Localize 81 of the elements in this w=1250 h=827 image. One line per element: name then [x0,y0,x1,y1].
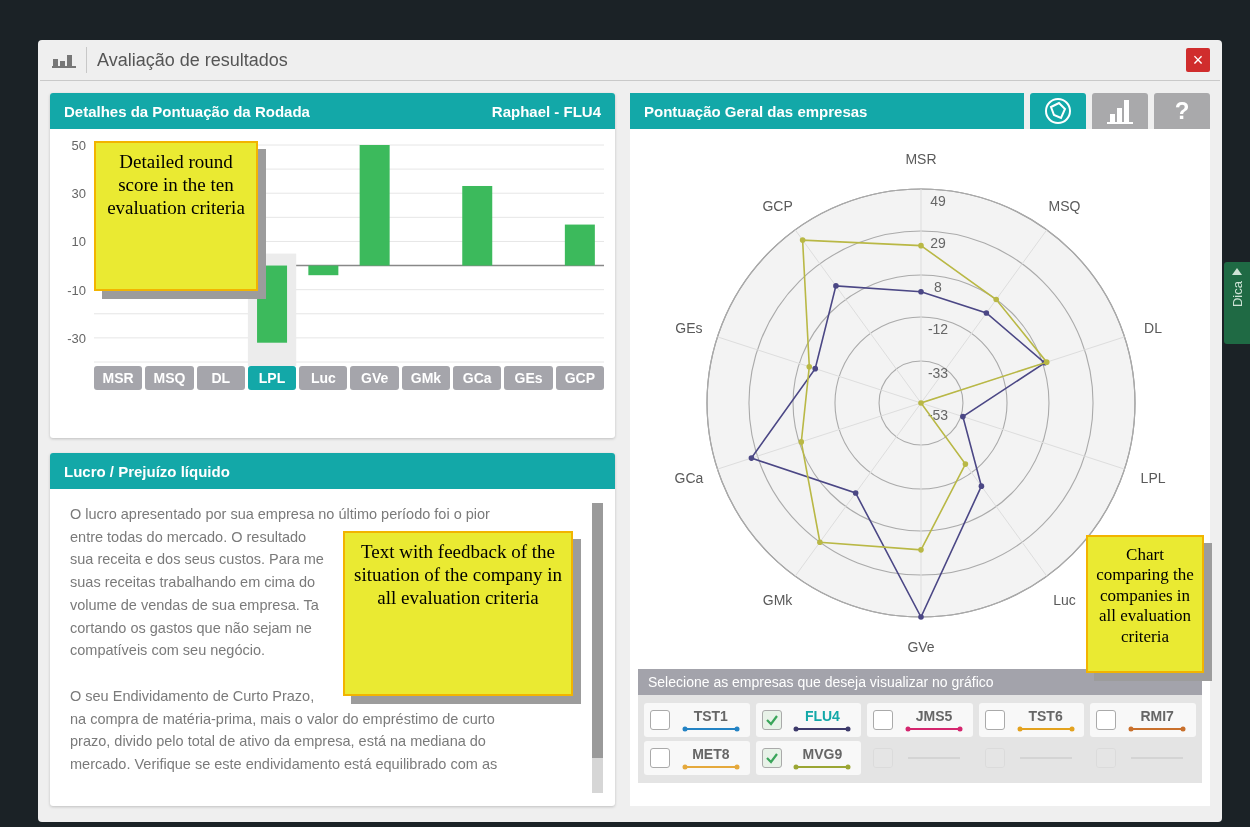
checkbox[interactable] [650,748,670,768]
company-label: MET8 [692,746,730,762]
radar-chart-icon [1042,97,1074,125]
text-line: na compra de matéria-prima, mais o valor do empréstimo de curto [70,709,495,729]
axis-label: GMk [762,592,793,609]
criterion-tab[interactable]: GEs [504,366,553,390]
text-line: O seu Endividamento de Curto Prazo, [70,686,315,706]
view-tab[interactable] [1092,93,1148,129]
view-tab[interactable] [1030,93,1086,129]
player-name: Raphael - FLU4 [491,102,601,120]
axis-label: Luc [1053,592,1076,609]
text-line: prazo, divido pelo total de ativo da empresa, está na mediana do [70,732,486,752]
axis-label: GEs [675,319,703,336]
axis-label: GCP [762,197,793,214]
checkbox[interactable] [761,748,782,768]
company-option[interactable]: TST6 [978,703,1085,737]
criterion-tab[interactable]: Luc [299,366,348,390]
axis-tick-label: -12 [927,321,949,337]
axis-tick-label: 50 [71,141,86,153]
score-bar [308,265,339,276]
panel-title: Lucro / Prejuízo líquido [64,462,230,480]
bar-chart-icon [52,52,76,68]
selector-title: Selecione as empresas que deseja visualizar no gráfico [638,669,1202,695]
axis-tick-label: -33 [927,365,949,382]
text-line: O lucro apresentado por sua empresa no último período foi o pior [70,505,490,524]
axis-tick-label: -10 [67,282,86,298]
company-label: MVG9 [802,746,843,762]
criterion-tab[interactable]: GCP [555,366,604,390]
text-line: compatíveis com seu negócio. [70,641,266,661]
axis-tick-label: 29 [930,234,946,251]
axis-label: MSR [905,151,937,167]
checkbox[interactable] [1096,710,1117,730]
text-line: mercado. Verifique se este endividamento está equilibrado com as [70,755,498,775]
company-option[interactable]: FLU4 [755,703,862,737]
company-label: TST6 [1028,708,1063,724]
company-option[interactable]: JMS5 [867,703,973,737]
axis-tick-label: 30 [71,186,86,202]
axis-label: MSQ [1048,197,1081,214]
close-button[interactable]: × [1186,48,1210,72]
checkbox[interactable] [761,710,782,730]
company-option[interactable]: RMI7 [1090,703,1196,737]
criterion-tab[interactable]: GCa [453,366,502,390]
criterion-tab[interactable]: GMk [401,366,451,390]
scrollbar[interactable] [592,503,603,793]
criterion-tab[interactable]: LPL [247,366,297,390]
text-line: suas receitas trabalhando em cima do [70,573,316,593]
criterion-tab[interactable]: DL [196,366,245,390]
panel-title: Pontuação Geral das empresas [644,102,868,120]
text-line: cortando os gastos que não sejam ne [70,618,312,638]
company-option[interactable]: TST1 [644,703,750,737]
bar-chart-icon [1104,97,1136,125]
axis-label: GCa [674,470,704,487]
criterion-tab[interactable]: GVe [350,366,399,390]
axis-label: DL [1144,319,1162,336]
company-option[interactable]: MVG9 [755,741,862,775]
check-icon [764,713,779,727]
axis-tick-label: 10 [71,234,86,250]
text-line: volume de vendas de sua empresa. Ta [70,595,319,615]
axis-label: GVe [907,639,935,655]
company-label: RMI7 [1140,708,1174,724]
check-icon [764,751,779,765]
axis-tick-label: 49 [930,193,946,209]
tip-tab[interactable]: Dica [1224,262,1250,344]
help-button[interactable]: ? [1154,93,1210,129]
checkbox[interactable] [650,710,670,730]
axis-tick-label: 8 [934,279,942,295]
company-label: JMS5 [915,708,953,724]
window-title: Avaliação de resultados [97,49,289,71]
company-label: TST1 [693,708,728,724]
company-label: FLU4 [804,708,840,724]
checkbox[interactable] [984,710,1005,730]
criterion-tab[interactable]: MSQ [145,366,194,390]
panel-title: Detalhes da Pontuação da Rodada [64,102,310,120]
text-line: sua receita e dos seus custos. Para me [70,550,324,570]
axis-label: LPL [1140,470,1166,487]
company-option[interactable]: MET8 [644,741,750,775]
axis-tick-label: -30 [67,330,86,346]
score-bar [564,224,595,266]
criterion-tab[interactable]: MSR [94,366,143,390]
checkbox[interactable] [873,710,894,730]
text-line: entre todas do mercado. O resultado [70,527,307,547]
